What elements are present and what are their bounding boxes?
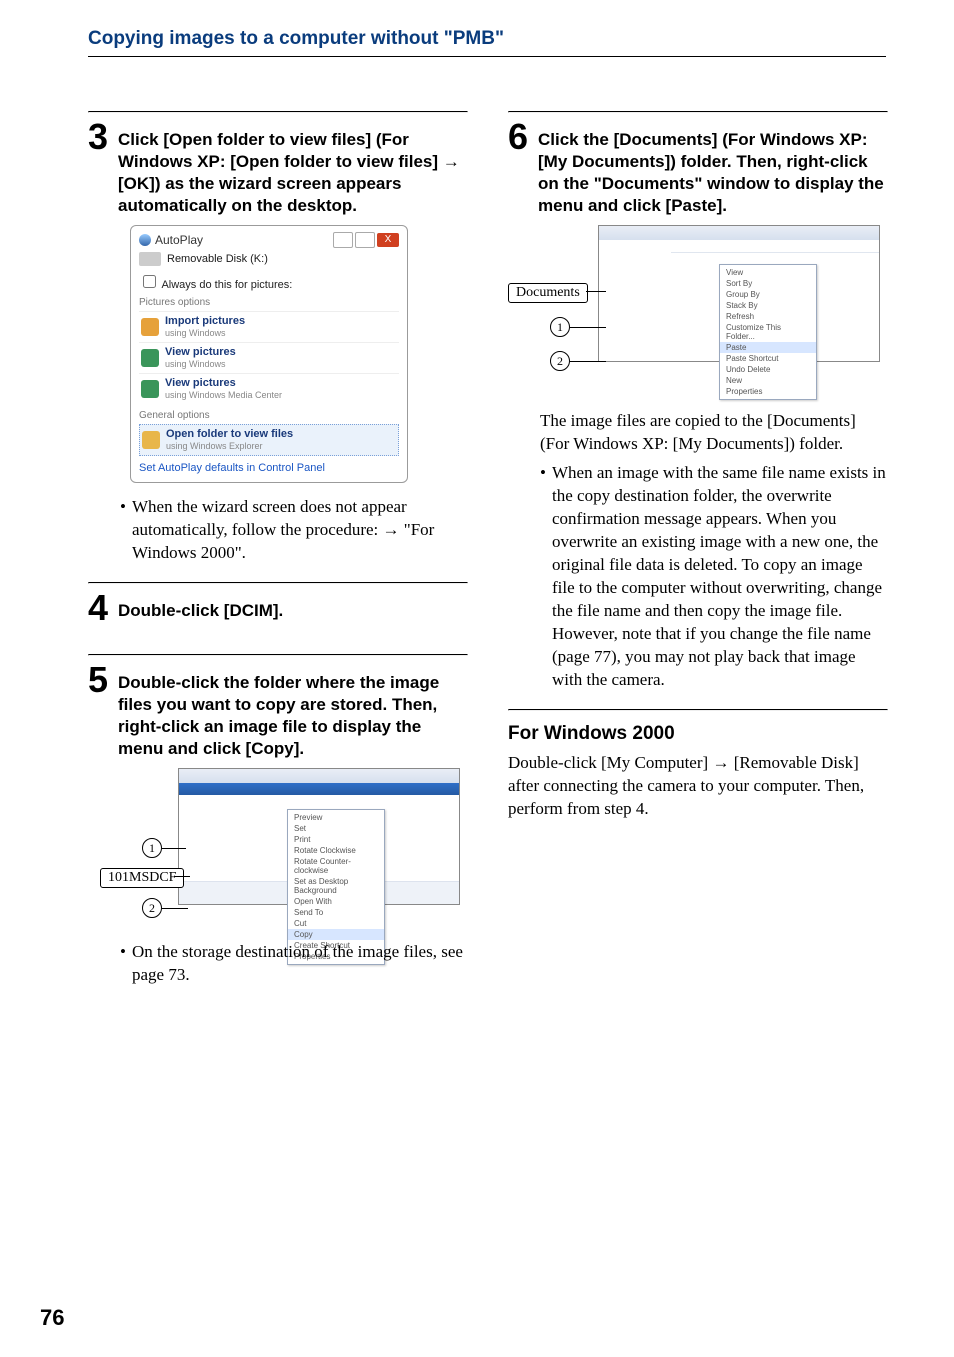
menu-item[interactable]: View xyxy=(720,267,816,278)
step-3-text-a: Click [Open folder to view files] (For W… xyxy=(118,130,443,171)
menu-item[interactable]: Cut xyxy=(288,918,384,929)
folder-icon xyxy=(142,431,160,449)
autoplay-always-row[interactable]: Always do this for pictures: xyxy=(139,272,399,291)
context-menu-paste[interactable]: View Sort By Group By Stack By Refresh C… xyxy=(719,264,817,400)
step6-rule xyxy=(508,111,888,113)
autoplay-row-view2[interactable]: View picturesusing Windows Media Center xyxy=(139,373,399,404)
autoplay-drive: Removable Disk (K:) xyxy=(167,253,268,265)
step-5-number: 5 xyxy=(88,662,118,698)
autoplay-section-pictures: Pictures options xyxy=(139,297,399,308)
explorer-copy-screenshot: Preview Set Print Rotate Clockwise Rotat… xyxy=(178,768,460,905)
ap-row1-s: using Windows xyxy=(165,358,236,370)
step3-rule xyxy=(88,111,468,113)
menu-item[interactable]: Stack By xyxy=(720,300,816,311)
explorer-paste-screenshot: View Sort By Group By Stack By Refresh C… xyxy=(598,225,880,362)
note-step6: When an image with the same file name ex… xyxy=(540,461,888,691)
step-6-text: Click the [Documents] (For Windows XP: [… xyxy=(538,119,888,217)
autoplay-drive-row: Removable Disk (K:) xyxy=(139,252,399,266)
step-5-text: Double-click the folder where the image … xyxy=(118,662,468,760)
step-6: 6 Click the [Documents] (For Windows XP:… xyxy=(508,119,888,217)
step-6-number: 6 xyxy=(508,119,538,155)
menu-item-copy[interactable]: Copy xyxy=(288,929,384,940)
menu-item[interactable]: Rotate Counter-clockwise xyxy=(288,856,384,876)
window-close-button[interactable]: X xyxy=(377,233,399,247)
callout-circle-1: 1 xyxy=(142,838,162,858)
menu-item[interactable]: Print xyxy=(288,834,384,845)
step-3-number: 3 xyxy=(88,119,118,155)
menu-item[interactable]: Preview xyxy=(288,812,384,823)
autoplay-defaults-link[interactable]: Set AutoPlay defaults in Control Panel xyxy=(139,462,399,474)
menu-item[interactable]: Set xyxy=(288,823,384,834)
callout-circle-2b: 2 xyxy=(550,351,570,371)
step-3-text: Click [Open folder to view files] (For W… xyxy=(118,119,468,217)
autoplay-title: AutoPlay xyxy=(155,233,203,247)
ap-row2-t: View pictures xyxy=(165,377,236,389)
autoplay-icon xyxy=(139,234,151,246)
autoplay-section-general: General options xyxy=(139,410,399,421)
win2000-body: Double-click [My Computer] → [Removable … xyxy=(508,751,888,820)
callout-documents: Documents xyxy=(508,283,588,303)
callout-circle-2: 2 xyxy=(142,898,162,918)
menu-item[interactable]: Group By xyxy=(720,289,816,300)
picture-icon xyxy=(141,349,159,367)
menu-item[interactable]: Properties xyxy=(720,386,816,397)
menu-item[interactable]: Customize This Folder... xyxy=(720,322,816,342)
ap-open-s: using Windows Explorer xyxy=(166,440,293,452)
step-3: 3 Click [Open folder to view files] (For… xyxy=(88,119,468,217)
ap-row1-t: View pictures xyxy=(165,346,236,358)
win2000-heading: For Windows 2000 xyxy=(508,723,888,745)
menu-item[interactable]: Rotate Clockwise xyxy=(288,845,384,856)
autoplay-screenshot: AutoPlay X Removable Disk (K:) Always do… xyxy=(130,225,468,483)
ap-row0-t: Import pictures xyxy=(165,315,245,327)
note-step5: On the storage destination of the image … xyxy=(120,940,468,986)
menu-item[interactable]: New xyxy=(720,375,816,386)
always-checkbox[interactable] xyxy=(143,275,156,288)
ap-row2-s: using Windows Media Center xyxy=(165,389,282,401)
win2000-a: Double-click [My Computer] xyxy=(508,753,712,772)
autoplay-always-label: Always do this for pictures: xyxy=(161,279,292,291)
step-5: 5 Double-click the folder where the imag… xyxy=(88,662,468,760)
arrow-icon: → xyxy=(712,753,729,772)
step4-rule xyxy=(88,582,468,584)
window-max-button[interactable] xyxy=(355,232,375,248)
menu-item[interactable]: Set as Desktop Background xyxy=(288,876,384,896)
result-paragraph: The image files are copied to the [Docum… xyxy=(540,409,888,455)
step-4-number: 4 xyxy=(88,590,118,626)
header-rule xyxy=(88,56,886,57)
autoplay-row-view1[interactable]: View picturesusing Windows xyxy=(139,342,399,373)
step5-rule xyxy=(88,654,468,656)
note-step3: When the wizard screen does not appear a… xyxy=(120,495,468,564)
autoplay-row-import[interactable]: Import picturesusing Windows xyxy=(139,311,399,342)
ap-row0-s: using Windows xyxy=(165,327,245,339)
page-number: 76 xyxy=(40,1305,64,1331)
arrow-icon: → xyxy=(443,152,460,171)
step-4: 4 Double-click [DCIM]. xyxy=(88,590,468,626)
camera-icon xyxy=(141,318,159,336)
menu-item[interactable]: Undo Delete xyxy=(720,364,816,375)
menu-item[interactable]: Open With xyxy=(288,896,384,907)
autoplay-row-open-folder[interactable]: Open folder to view filesusing Windows E… xyxy=(139,424,399,456)
window-min-button[interactable] xyxy=(333,232,353,248)
menu-item-paste[interactable]: Paste xyxy=(720,342,816,353)
callout-circle-1b: 1 xyxy=(550,317,570,337)
menu-item[interactable]: Refresh xyxy=(720,311,816,322)
section-header: Copying images to a computer without "PM… xyxy=(88,28,886,50)
ap-open-t: Open folder to view files xyxy=(166,428,293,440)
callout-101msdcf: 101MSDCF xyxy=(100,868,184,888)
step-4-text: Double-click [DCIM]. xyxy=(118,590,283,622)
step-3-text-b: [OK]) as the wizard screen appears autom… xyxy=(118,174,401,215)
menu-item[interactable]: Paste Shortcut xyxy=(720,353,816,364)
menu-item[interactable]: Sort By xyxy=(720,278,816,289)
drive-icon xyxy=(139,252,161,266)
media-center-icon xyxy=(141,380,159,398)
win2000-rule xyxy=(508,709,888,711)
menu-item[interactable]: Send To xyxy=(288,907,384,918)
